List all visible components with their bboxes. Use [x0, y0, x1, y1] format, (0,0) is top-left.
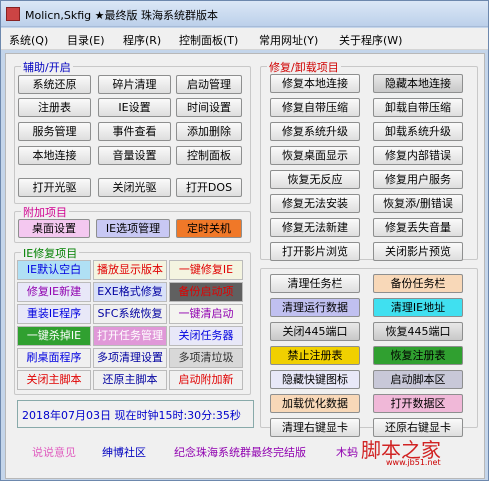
defrag-button[interactable]: 碎片清理 — [98, 75, 171, 94]
cleanup-settings-button[interactable]: 多项清理设置 — [93, 348, 167, 368]
fix-internal-error-button[interactable]: 修复内部错误 — [373, 146, 463, 165]
fix-user-service-button[interactable]: 修复用户服务 — [373, 170, 463, 189]
window-title: Molicn,Skfig ★最终版 珠海系统群版本 — [25, 9, 218, 22]
menu-system[interactable]: 系统(Q) — [9, 32, 48, 48]
kill-ie-button[interactable]: 一键杀掉IE — [17, 326, 91, 346]
one-click-clean-startup-button[interactable]: 一键清启动 — [169, 304, 243, 324]
menu-about[interactable]: 关于程序(W) — [339, 32, 402, 48]
load-optimize-data-button[interactable]: 加载优化数据 — [270, 394, 360, 413]
feedback-link[interactable]: 说说意见 — [32, 444, 76, 460]
startup-manager-button[interactable]: 启动管理 — [176, 75, 242, 94]
uninstall-system-update-button[interactable]: 卸载系统升级 — [373, 122, 463, 141]
fix-local-connection-button[interactable]: 修复本地连接 — [270, 74, 360, 93]
open-task-manager-button[interactable]: 打开任务管理 — [93, 326, 167, 346]
registry-button[interactable]: 注册表 — [18, 98, 91, 117]
group-repair-label: 修复/卸载项目 — [267, 59, 341, 75]
fix-missing-volume-button[interactable]: 修复丢失音量 — [373, 218, 463, 237]
disable-registry-button[interactable]: 禁止注册表 — [270, 346, 360, 365]
fix-ie-new-button[interactable]: 修复IE新建 — [17, 282, 91, 302]
ie-default-blank-button[interactable]: IE默认空白 — [17, 260, 91, 280]
fix-builtin-zip-button[interactable]: 修复自带压缩 — [270, 98, 360, 117]
clean-ie-address-button[interactable]: 清理IE地址 — [373, 298, 463, 317]
clock-status-box: 2018年07月03日 现在时钟15时:30分:35秒 — [17, 400, 254, 428]
one-click-fix-ie-button[interactable]: 一键修复IE — [169, 260, 243, 280]
exe-format-fix-button[interactable]: EXE格式修复 — [93, 282, 167, 302]
hide-local-connection-button[interactable]: 隐藏本地连接 — [373, 74, 463, 93]
desktop-settings-button[interactable]: 桌面设置 — [18, 219, 90, 238]
clock-status: 2018年07月03日 现在时钟15时:30分:35秒 — [22, 409, 241, 422]
close-port-445-button[interactable]: 关闭445端口 — [270, 322, 360, 341]
launch-script-area-button[interactable]: 启动脚本区 — [373, 370, 463, 389]
footer-link-partial[interactable]: 木蚂 — [336, 444, 358, 460]
fix-system-update-button[interactable]: 修复系统升级 — [270, 122, 360, 141]
menu-bar: 系统(Q) 目录(E) 程序(R) 控制面板(T) 常用网址(Y) 关于程序(W… — [1, 28, 488, 50]
close-main-script-button[interactable]: 关闭主脚本 — [17, 370, 91, 390]
fix-cannot-install-button[interactable]: 修复无法安装 — [270, 194, 360, 213]
clean-junk-button[interactable]: 多项清垃圾 — [169, 348, 243, 368]
clean-taskbar-button[interactable]: 清理任务栏 — [270, 274, 360, 293]
sfc-restore-button[interactable]: SFC系统恢复 — [93, 304, 167, 324]
service-manager-button[interactable]: 服务管理 — [18, 122, 91, 141]
menu-control-panel[interactable]: 控制面板(T) — [179, 32, 238, 48]
open-drive-button[interactable]: 打开光驱 — [18, 178, 91, 197]
app-window: Molicn,Skfig ★最终版 珠海系统群版本 系统(Q) 目录(E) 程序… — [0, 0, 489, 481]
close-task-manager-button[interactable]: 关闭任务器 — [169, 326, 243, 346]
reinstall-ie-button[interactable]: 重装IE程序 — [17, 304, 91, 324]
restore-registry-button[interactable]: 恢复注册表 — [373, 346, 463, 365]
add-remove-button[interactable]: 添加删除 — [176, 122, 242, 141]
hide-shortcut-icon-button[interactable]: 隐藏快键图标 — [270, 370, 360, 389]
system-restore-button[interactable]: 系统还原 — [18, 75, 91, 94]
local-connection-button[interactable]: 本地连接 — [18, 146, 91, 165]
backup-taskbar-button[interactable]: 备份任务栏 — [373, 274, 463, 293]
control-panel-button[interactable]: 控制面板 — [176, 146, 242, 165]
open-video-browse-button[interactable]: 打开影片浏览 — [270, 242, 360, 261]
ie-options-button[interactable]: IE选项管理 — [96, 219, 170, 238]
title-bar[interactable]: Molicn,Skfig ★最终版 珠海系统群版本 — [1, 1, 488, 27]
watermark-url: www.jb51.net — [386, 458, 441, 467]
app-icon — [6, 7, 20, 21]
restore-main-script-button[interactable]: 还原主脚本 — [93, 370, 167, 390]
event-viewer-button[interactable]: 事件查看 — [98, 122, 171, 141]
refresh-desktop-button[interactable]: 刷桌面程序 — [17, 348, 91, 368]
clean-run-data-button[interactable]: 清理运行数据 — [270, 298, 360, 317]
timed-shutdown-button[interactable]: 定时关机 — [176, 219, 242, 238]
group-extra-label: 附加项目 — [21, 204, 69, 220]
fix-cannot-create-button[interactable]: 修复无法新建 — [270, 218, 360, 237]
ie-settings-button[interactable]: IE设置 — [98, 98, 171, 117]
open-data-area-button[interactable]: 打开数据区 — [373, 394, 463, 413]
volume-settings-button[interactable]: 音量设置 — [98, 146, 171, 165]
time-settings-button[interactable]: 时间设置 — [176, 98, 242, 117]
menu-directory[interactable]: 目录(E) — [67, 32, 105, 48]
menu-program[interactable]: 程序(R) — [123, 32, 161, 48]
group-ie-label: IE修复项目 — [21, 245, 80, 261]
close-video-preview-button[interactable]: 关闭影片预览 — [373, 242, 463, 261]
restore-port-445-button[interactable]: 恢复445端口 — [373, 322, 463, 341]
show-version-button[interactable]: 播放显示版本 — [93, 260, 167, 280]
restore-desktop-display-button[interactable]: 恢复桌面显示 — [270, 146, 360, 165]
final-edition-link[interactable]: 纪念珠海系统群最终完结版 — [174, 444, 306, 460]
main-panel: 辅助/开启 系统还原 碎片清理 启动管理 注册表 IE设置 时间设置 服务管理 … — [5, 53, 485, 479]
launch-extra-button[interactable]: 启动附加新 — [169, 370, 243, 390]
menu-common-urls[interactable]: 常用网址(Y) — [259, 32, 318, 48]
backup-startup-button[interactable]: 备份启动项 — [169, 282, 243, 302]
close-drive-button[interactable]: 关闭光驱 — [98, 178, 171, 197]
restore-add-remove-error-button[interactable]: 恢复添/删错误 — [373, 194, 463, 213]
clean-right-click-gpu-button[interactable]: 清理右键显卡 — [270, 418, 360, 437]
restore-no-response-button[interactable]: 恢复无反应 — [270, 170, 360, 189]
group-aux-label: 辅助/开启 — [21, 59, 73, 75]
open-dos-button[interactable]: 打开DOS — [176, 178, 242, 197]
community-link[interactable]: 绅博社区 — [102, 444, 146, 460]
uninstall-builtin-zip-button[interactable]: 卸载自带压缩 — [373, 98, 463, 117]
